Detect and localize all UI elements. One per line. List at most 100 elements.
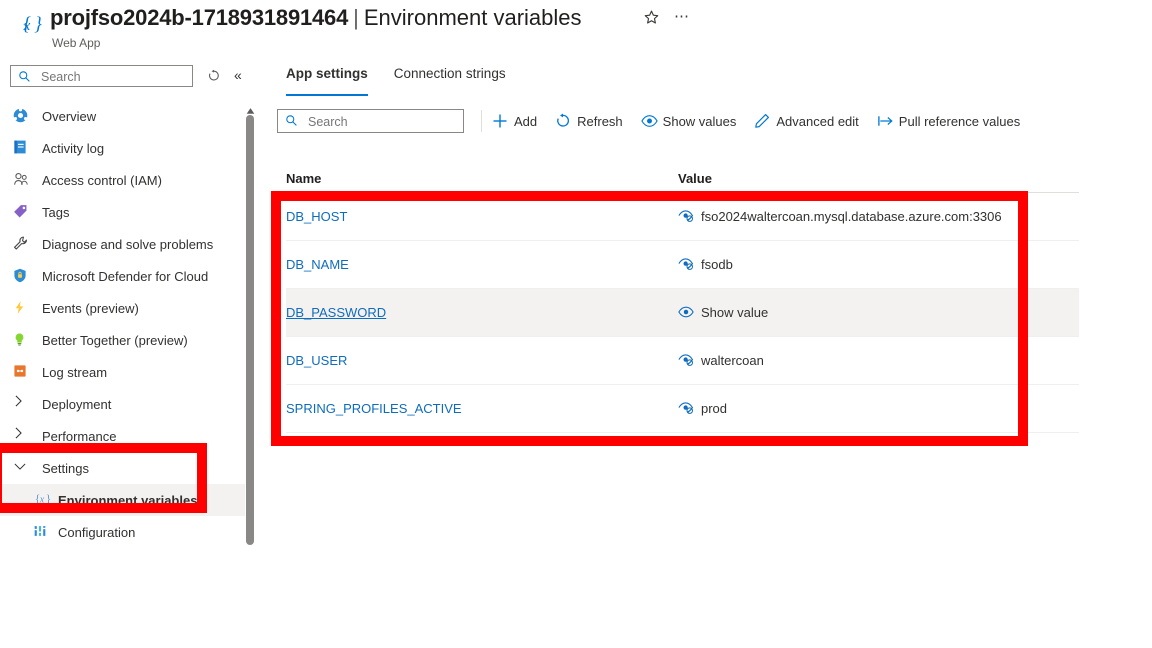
setting-name[interactable]: SPRING_PROFILES_ACTIVE (286, 401, 678, 416)
table-row[interactable]: DB_NAME fsodb (286, 241, 1079, 289)
table-row[interactable]: DB_PASSWORD Show value (286, 289, 1079, 337)
toolbar: Add Refresh Show values Advanced edit Pu… (492, 109, 1020, 133)
toolbar-label: Advanced edit (776, 113, 859, 129)
tab-app-settings[interactable]: App settings (286, 66, 368, 96)
sidebar-item-deployment[interactable]: Deployment (0, 388, 246, 420)
sidebar-search-row: « (0, 60, 246, 90)
environment-variables-table: Name Value DB_HOST fso2024waltercoan.mys… (286, 164, 1079, 433)
lightbulb-icon (12, 331, 32, 349)
braces-x-icon: { x } (12, 9, 43, 39)
setting-value-text: waltercoan (701, 353, 764, 368)
sidebar-item-access-control[interactable]: Access control (IAM) (0, 164, 246, 196)
hidden-eye-icon (678, 257, 694, 273)
toolbar-label: Add (514, 113, 538, 129)
title-separator: | (353, 5, 359, 30)
refresh-button[interactable]: Refresh (555, 113, 623, 129)
page-title: projfso2024b-1718931891464 | Environment v… (50, 5, 582, 35)
column-header-name[interactable]: Name (286, 171, 678, 186)
add-button[interactable]: Add (492, 113, 537, 129)
access-control-icon (12, 171, 32, 189)
svg-text:x: x (23, 18, 31, 34)
show-values-button[interactable]: Show values (640, 113, 737, 129)
table-row[interactable]: SPRING_PROFILES_ACTIVE prod (286, 385, 1079, 433)
show-value-link[interactable]: Show value (701, 305, 768, 320)
sidebar-search-box[interactable] (10, 65, 193, 88)
setting-name[interactable]: DB_HOST (286, 209, 678, 224)
plus-icon (492, 113, 508, 129)
sidebar-item-environment-variables[interactable]: { x } Environment variables (0, 484, 246, 516)
overview-icon (12, 107, 32, 125)
chevron-down-icon (12, 459, 32, 477)
star-icon[interactable] (641, 9, 661, 29)
ellipsis-icon[interactable]: ⋯ (672, 9, 692, 29)
advanced-edit-button[interactable]: Advanced edit (754, 113, 859, 129)
setting-value-text: prod (701, 401, 728, 416)
hidden-eye-icon (678, 353, 694, 369)
resource-name: projfso2024b-1718931891464 (50, 5, 349, 30)
setting-name[interactable]: DB_USER (286, 353, 678, 368)
sidebar-item-events[interactable]: Events (preview) (0, 292, 246, 324)
hidden-eye-icon (678, 401, 694, 417)
pull-reference-values-button[interactable]: Pull reference values (877, 113, 1020, 129)
sidebar-item-activity-log[interactable]: Activity log (0, 132, 246, 164)
lightning-icon (12, 299, 32, 317)
table-row[interactable]: DB_HOST fso2024waltercoan.mysql.database… (286, 193, 1079, 241)
sidebar-nav-list: Overview Activity log Access control (IA… (0, 100, 246, 548)
shield-icon (12, 267, 32, 285)
refresh-icon[interactable] (207, 69, 221, 83)
setting-value-text: fsodb (701, 257, 733, 272)
sidebar-item-label: Settings (42, 460, 89, 476)
sidebar-item-settings[interactable]: Settings (0, 452, 246, 484)
sidebar-item-log-stream[interactable]: Log stream (0, 356, 246, 388)
sidebar-item-overview[interactable]: Overview (0, 100, 246, 132)
sidebar-item-defender-for-cloud[interactable]: Microsoft Defender for Cloud (0, 260, 246, 292)
setting-value-text: fso2024waltercoan.mysql.database.azure.c… (701, 209, 1002, 224)
sidebar-item-better-together[interactable]: Better Together (preview) (0, 324, 246, 356)
sidebar-item-diagnose[interactable]: Diagnose and solve problems (0, 228, 246, 260)
sidebar-item-label: Events (preview) (42, 300, 139, 316)
sidebar-item-label: Tags (42, 204, 70, 220)
table-search-box[interactable] (277, 109, 464, 133)
setting-value[interactable]: Show value (678, 305, 1079, 321)
sidebar-item-label: Activity log (42, 140, 105, 156)
blade-header: { x } projfso2024b-1718931891464 | Environ… (0, 0, 1152, 58)
configuration-icon (32, 523, 50, 541)
sidebar-item-label: Environment variables (58, 492, 198, 508)
double-chevron-left-icon[interactable]: « (234, 67, 242, 83)
eye-icon (640, 113, 658, 129)
table-row[interactable]: DB_USER waltercoan (286, 337, 1079, 385)
sidebar-item-label: Diagnose and solve problems (42, 236, 214, 252)
sidebar-scrollbar-thumb[interactable] (246, 115, 254, 545)
sidebar-item-configuration[interactable]: Configuration (0, 516, 246, 548)
table-search-input[interactable] (306, 111, 460, 133)
sidebar-search-input[interactable] (39, 66, 193, 88)
sidebar-item-label: Deployment (42, 396, 112, 412)
resource-type-label: Web App (52, 36, 101, 50)
tab-connection-strings[interactable]: Connection strings (394, 66, 506, 96)
eye-icon (678, 305, 694, 321)
sidebar-item-tags[interactable]: Tags (0, 196, 246, 228)
wrench-icon (12, 235, 32, 253)
tab-bar: App settings Connection strings (286, 66, 506, 96)
svg-text:x: x (39, 495, 45, 506)
chevron-right-icon (12, 427, 32, 445)
setting-name[interactable]: DB_PASSWORD (286, 305, 678, 320)
setting-value: fso2024waltercoan.mysql.database.azure.c… (678, 209, 1079, 225)
column-header-value[interactable]: Value (678, 171, 1079, 186)
svg-text:}: } (34, 14, 42, 35)
hidden-eye-icon (678, 209, 694, 225)
activity-log-icon (12, 139, 32, 157)
setting-value: fsodb (678, 257, 1079, 273)
log-stream-icon (12, 363, 32, 381)
chevron-right-icon (12, 395, 32, 413)
sidebar-item-label: Microsoft Defender for Cloud (42, 268, 209, 284)
search-icon (18, 70, 31, 83)
sidebar-item-performance[interactable]: Performance (0, 420, 246, 452)
scroll-up-arrow-icon[interactable] (246, 103, 255, 114)
toolbar-label: Show values (662, 113, 737, 129)
setting-name[interactable]: DB_NAME (286, 257, 678, 272)
braces-x-icon: { x } (32, 491, 52, 509)
table-header-row: Name Value (286, 164, 1079, 193)
sidebar-item-label: Configuration (58, 524, 136, 540)
toolbar-label: Refresh (577, 113, 623, 129)
